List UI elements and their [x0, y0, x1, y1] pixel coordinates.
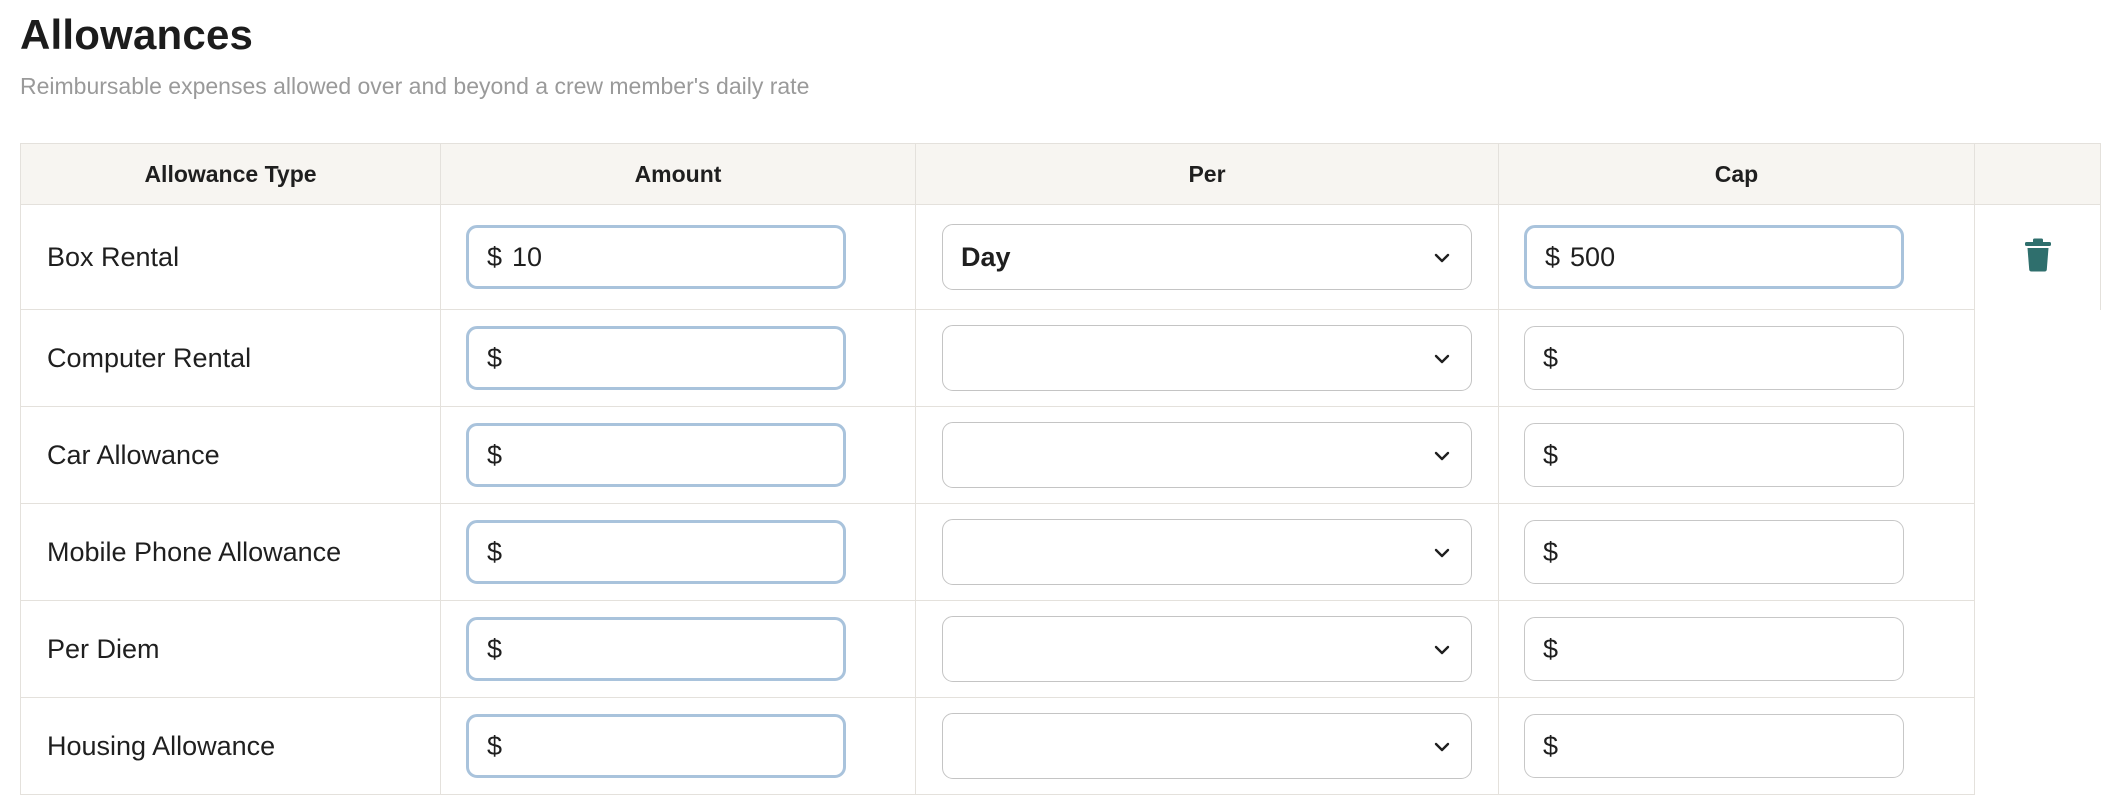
- cap-input[interactable]: $: [1524, 423, 1904, 487]
- currency-symbol: $: [1543, 536, 1559, 567]
- table-row: Mobile Phone Allowance $ $: [20, 503, 2101, 601]
- currency-symbol: $: [487, 536, 503, 567]
- column-header-per: Per: [915, 143, 1499, 205]
- cap-input[interactable]: $ 500: [1524, 225, 1904, 289]
- allowance-type-cell: Housing Allowance: [20, 697, 441, 795]
- currency-symbol: $: [1543, 730, 1559, 761]
- cap-input[interactable]: $: [1524, 520, 1904, 584]
- amount-input[interactable]: $ 10: [466, 225, 846, 289]
- currency-symbol: $: [487, 730, 503, 761]
- currency-symbol: $: [1545, 241, 1561, 272]
- per-select[interactable]: [942, 519, 1472, 585]
- trash-icon[interactable]: [2024, 238, 2052, 272]
- chevron-down-icon: [1434, 742, 1450, 752]
- currency-symbol: $: [487, 439, 503, 470]
- allowance-type-cell: Mobile Phone Allowance: [20, 503, 441, 601]
- amount-input[interactable]: $: [466, 520, 846, 584]
- column-header-actions: [1974, 143, 2101, 205]
- table-header-row: Allowance Type Amount Per Cap: [20, 143, 2101, 205]
- page-subtitle: Reimbursable expenses allowed over and b…: [20, 73, 810, 99]
- amount-input[interactable]: $: [466, 423, 846, 487]
- chevron-down-icon: [1434, 451, 1450, 461]
- table-row: Per Diem $ $: [20, 600, 2101, 698]
- currency-symbol: $: [1543, 439, 1559, 470]
- cap-input[interactable]: $: [1524, 617, 1904, 681]
- allowance-type-cell: Per Diem: [20, 600, 441, 698]
- column-header-cap: Cap: [1498, 143, 1975, 205]
- allowance-type-cell: Box Rental: [20, 204, 441, 310]
- table-row: Car Allowance $ $: [20, 406, 2101, 504]
- chevron-down-icon: [1434, 645, 1450, 655]
- allowances-table: Allowance Type Amount Per Cap Box Rental…: [20, 143, 2101, 795]
- amount-value: 10: [512, 241, 543, 272]
- per-select[interactable]: [942, 713, 1472, 779]
- per-select[interactable]: [942, 616, 1472, 682]
- column-header-amount: Amount: [440, 143, 916, 205]
- cap-value: 500: [1570, 241, 1616, 272]
- per-select[interactable]: [942, 422, 1472, 488]
- column-header-allowance-type: Allowance Type: [20, 143, 441, 205]
- allowance-type-cell: Computer Rental: [20, 309, 441, 407]
- per-value: Day: [961, 241, 1011, 272]
- amount-input[interactable]: $: [466, 714, 846, 778]
- currency-symbol: $: [1543, 633, 1559, 664]
- amount-input[interactable]: $: [466, 617, 846, 681]
- chevron-down-icon: [1434, 354, 1450, 364]
- table-row: Housing Allowance $ $: [20, 697, 2101, 795]
- table-row: Computer Rental $ $: [20, 309, 2101, 407]
- currency-symbol: $: [487, 342, 503, 373]
- per-select[interactable]: Day: [942, 224, 1472, 290]
- chevron-down-icon: [1434, 548, 1450, 558]
- currency-symbol: $: [1543, 342, 1559, 373]
- amount-input[interactable]: $: [466, 326, 846, 390]
- currency-symbol: $: [487, 633, 503, 664]
- per-select[interactable]: [942, 325, 1472, 391]
- page-title: Allowances: [20, 11, 254, 58]
- cap-input[interactable]: $: [1524, 714, 1904, 778]
- allowance-type-cell: Car Allowance: [20, 406, 441, 504]
- chevron-down-icon: [1434, 253, 1450, 263]
- currency-symbol: $: [487, 241, 503, 272]
- table-row: Box Rental $ 10 Day $ 500: [20, 204, 2101, 310]
- cap-input[interactable]: $: [1524, 326, 1904, 390]
